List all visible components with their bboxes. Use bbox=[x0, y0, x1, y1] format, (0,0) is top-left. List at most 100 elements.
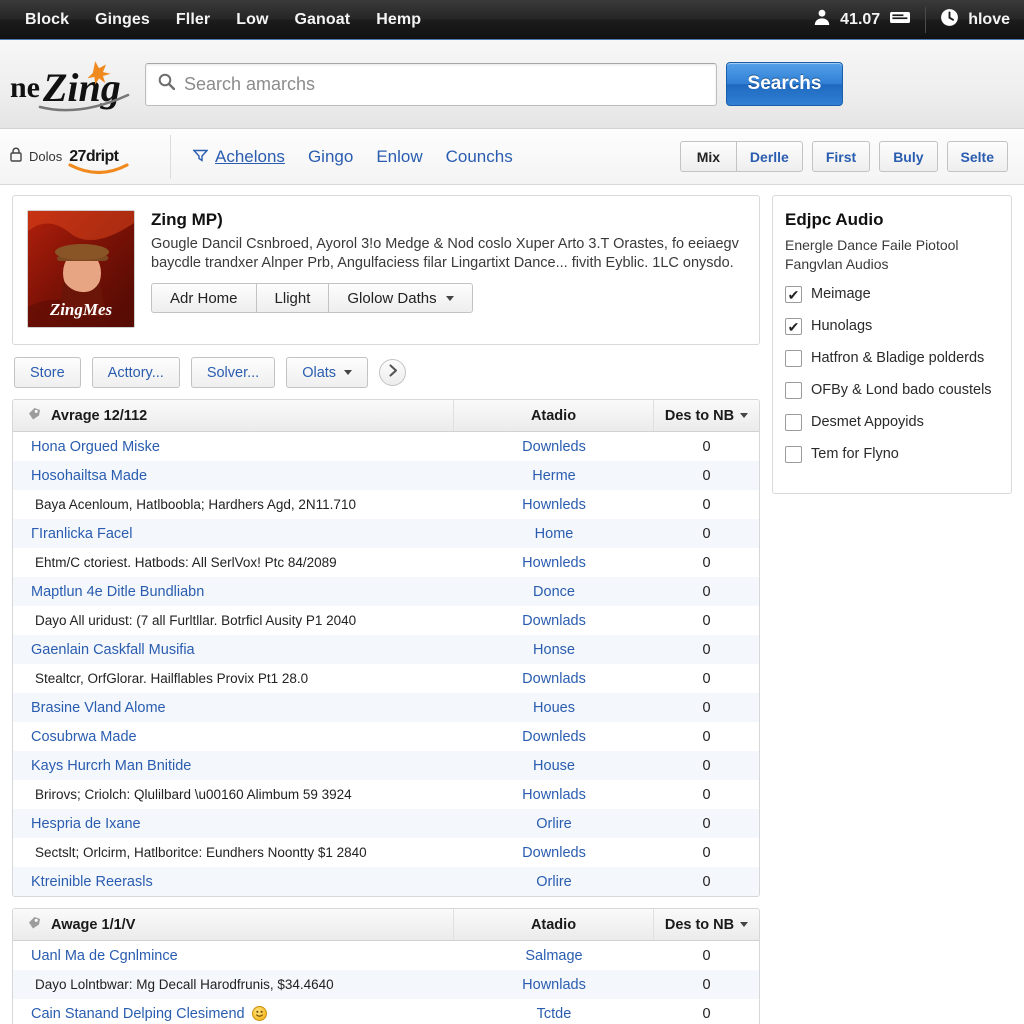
user-group[interactable]: hlove bbox=[926, 8, 1024, 32]
view-toggle-mix[interactable]: Mix bbox=[679, 141, 736, 172]
table-header-name[interactable]: Awage 1/1/V bbox=[13, 909, 454, 940]
table-row[interactable]: Maptlun 4e Ditle Bundliabn Donce 0 bbox=[13, 577, 759, 606]
sidebar-filter-option[interactable]: Hatfron & Bladige polderds bbox=[785, 349, 999, 368]
table-row[interactable]: Dayo All uridust: (7 all Furltllar. Botr… bbox=[13, 606, 759, 635]
table-row[interactable]: Brasine Vland Alome Houes 0 bbox=[13, 693, 759, 722]
table-cell-name[interactable]: Cosubrwa Made bbox=[13, 729, 454, 745]
checkbox-unchecked-icon[interactable] bbox=[785, 382, 802, 399]
button-buly[interactable]: Buly bbox=[879, 141, 938, 172]
table-row[interactable]: ΓIranlicka Facel Home 0 bbox=[13, 519, 759, 548]
checkbox-unchecked-icon[interactable] bbox=[785, 414, 802, 431]
table-cell-type[interactable]: Orlire bbox=[454, 874, 654, 890]
top-nav-item-4[interactable]: Ganoat bbox=[282, 5, 364, 35]
sidebar-filter-option[interactable]: OFBy & Lond bado coustels bbox=[785, 381, 999, 400]
table-cell-name[interactable]: Hespria de Ixane bbox=[13, 816, 454, 832]
checkbox-unchecked-icon[interactable] bbox=[785, 350, 802, 367]
table-cell-name[interactable]: Hona Orgued Miske bbox=[13, 439, 454, 455]
table-row[interactable]: Baya Acenloum, Hatlboobla; Hardhers Agd,… bbox=[13, 490, 759, 519]
table-header-type[interactable]: Atadio bbox=[454, 909, 654, 940]
table-row[interactable]: Gaenlain Caskfall Musifia Honse 0 bbox=[13, 635, 759, 664]
table-cell-type[interactable]: Hownleds bbox=[454, 497, 654, 513]
table-row[interactable]: Kays Hurcrh Man Bnitide House 0 bbox=[13, 751, 759, 780]
search-input-wrapper[interactable]: Search amarchs bbox=[145, 62, 717, 106]
top-nav-item-0[interactable]: Block bbox=[12, 5, 82, 35]
table-cell-name[interactable]: Cain Stanand Delping Clesimend bbox=[13, 1006, 454, 1022]
button-first[interactable]: First bbox=[811, 141, 871, 172]
table-cell-type[interactable]: Downlads bbox=[454, 671, 654, 687]
table-cell-type[interactable]: Downleds bbox=[454, 439, 654, 455]
table-header-count[interactable]: Des to NB bbox=[654, 400, 759, 431]
table-row[interactable]: Brirovs; Criolch: Qlulilbard \u00160 Ali… bbox=[13, 780, 759, 809]
sub-nav-link-1[interactable]: Gingo bbox=[308, 147, 353, 167]
checkbox-checked-icon[interactable] bbox=[785, 286, 802, 303]
top-nav-item-3[interactable]: Low bbox=[223, 5, 281, 35]
table-cell-type[interactable]: Honse bbox=[454, 642, 654, 658]
table-cell-type[interactable]: House bbox=[454, 758, 654, 774]
table-cell-type[interactable]: Herme bbox=[454, 468, 654, 484]
table-cell-name[interactable]: Maptlun 4e Ditle Bundliabn bbox=[13, 584, 454, 600]
table-row[interactable]: Hona Orgued Miske Downleds 0 bbox=[13, 432, 759, 461]
table-cell-type[interactable]: Home bbox=[454, 526, 654, 542]
sidebar-filter-option[interactable]: Meimage bbox=[785, 285, 999, 304]
table-header-name[interactable]: Avrage 12/112 bbox=[13, 400, 454, 431]
sidebar-filter-option[interactable]: Tem for Flyno bbox=[785, 445, 999, 464]
sub-nav-link-3[interactable]: Counchs bbox=[446, 147, 513, 167]
checkbox-unchecked-icon[interactable] bbox=[785, 446, 802, 463]
top-nav-item-2[interactable]: Fller bbox=[163, 5, 223, 35]
table-cell-name[interactable]: Kays Hurcrh Man Bnitide bbox=[13, 758, 454, 774]
sidebar-filter-option[interactable]: Hunolags bbox=[785, 317, 999, 336]
search-button[interactable]: Searchs bbox=[726, 62, 843, 106]
table-cell-type[interactable]: Hownleds bbox=[454, 555, 654, 571]
table-cell-type[interactable]: Downleds bbox=[454, 845, 654, 861]
table-row[interactable]: Uanl Ma de Cgnlmince Salmage 0 bbox=[13, 941, 759, 970]
product-info: Zing MP) Gougle Dancil Csnbroed, Ayorol … bbox=[151, 210, 745, 330]
table-row[interactable]: Dayo Lolntbwar: Mɡ Decall Harodfrunis, $… bbox=[13, 970, 759, 999]
button-selte[interactable]: Selte bbox=[946, 141, 1008, 172]
table-cell-type[interactable]: Downleds bbox=[454, 729, 654, 745]
table-cell-name[interactable]: Uanl Ma de Cgnlmince bbox=[13, 948, 454, 964]
site-logo[interactable]: ne Zing bbox=[0, 53, 145, 115]
product-button-glolow-daths[interactable]: Glolow Daths bbox=[328, 283, 473, 313]
table-cell-type[interactable]: Salmage bbox=[454, 948, 654, 964]
table-header-type[interactable]: Atadio bbox=[454, 400, 654, 431]
table-cell-type[interactable]: Houes bbox=[454, 700, 654, 716]
toolbar-button-store[interactable]: Store bbox=[14, 357, 81, 388]
table-cell-name[interactable]: Ktreinible Reerasls bbox=[13, 874, 454, 890]
toolbar-dropdown-olats[interactable]: Olats bbox=[286, 357, 369, 388]
table-cell-name[interactable]: ΓIranlicka Facel bbox=[13, 526, 454, 542]
product-button-adr-home[interactable]: Adr Home bbox=[151, 283, 256, 313]
cart-icon[interactable] bbox=[889, 9, 911, 30]
table-row[interactable]: Stealtcr, OrfGlorar. Hailflables Provix … bbox=[13, 664, 759, 693]
table-header-count[interactable]: Des to NB bbox=[654, 909, 759, 940]
sub-nav-brand[interactable]: 27dript bbox=[68, 148, 129, 174]
table-cell-type[interactable]: Hownlads bbox=[454, 787, 654, 803]
sub-nav-link-0[interactable]: Achelons bbox=[192, 147, 285, 167]
sub-nav-link-2[interactable]: Enlow bbox=[376, 147, 422, 167]
table-row[interactable]: Cain Stanand Delping Clesimend Tctde 0 bbox=[13, 999, 759, 1024]
table-row[interactable]: Sectslt; Orlcirm, Hatlboritce: Eundhers … bbox=[13, 838, 759, 867]
table-row[interactable]: Ehtm/C ctoriest. Hatbods: All SerlVox! P… bbox=[13, 548, 759, 577]
table-cell-type[interactable]: Downlads bbox=[454, 613, 654, 629]
table-cell-name[interactable]: Hosohailtsa Made bbox=[13, 468, 454, 484]
table-cell-name[interactable]: Gaenlain Caskfall Musifia bbox=[13, 642, 454, 658]
checkbox-checked-icon[interactable] bbox=[785, 318, 802, 335]
top-nav-item-5[interactable]: Hemp bbox=[363, 5, 434, 35]
product-button-light[interactable]: Llight bbox=[255, 283, 329, 313]
toolbar-button-acttory[interactable]: Acttory... bbox=[91, 357, 180, 388]
view-toggle-derlle[interactable]: Derlle bbox=[735, 141, 803, 172]
toolbar-button-solver[interactable]: Solver... bbox=[190, 357, 276, 388]
table-row[interactable]: Hespria de Ixane Orlire 0 bbox=[13, 809, 759, 838]
table-cell-name[interactable]: Brasine Vland Alome bbox=[13, 700, 454, 716]
table-row[interactable]: Cosubrwa Made Downleds 0 bbox=[13, 722, 759, 751]
table-cell-type[interactable]: Donce bbox=[454, 584, 654, 600]
table-cell-type[interactable]: Hownlads bbox=[454, 977, 654, 993]
sidebar-filter-option[interactable]: Desmet Appoyids bbox=[785, 413, 999, 432]
table-row[interactable]: Ktreinible Reerasls Orlire 0 bbox=[13, 867, 759, 896]
toolbar-next-button[interactable] bbox=[379, 359, 407, 386]
top-nav-item-1[interactable]: Ginges bbox=[82, 5, 163, 35]
table-cell-type[interactable]: Tctde bbox=[454, 1006, 654, 1022]
product-thumbnail[interactable]: ZingMes bbox=[27, 210, 135, 328]
table-row[interactable]: Hosohailtsa Made Herme 0 bbox=[13, 461, 759, 490]
account-group[interactable]: 41.07 bbox=[799, 8, 925, 32]
table-cell-type[interactable]: Orlire bbox=[454, 816, 654, 832]
